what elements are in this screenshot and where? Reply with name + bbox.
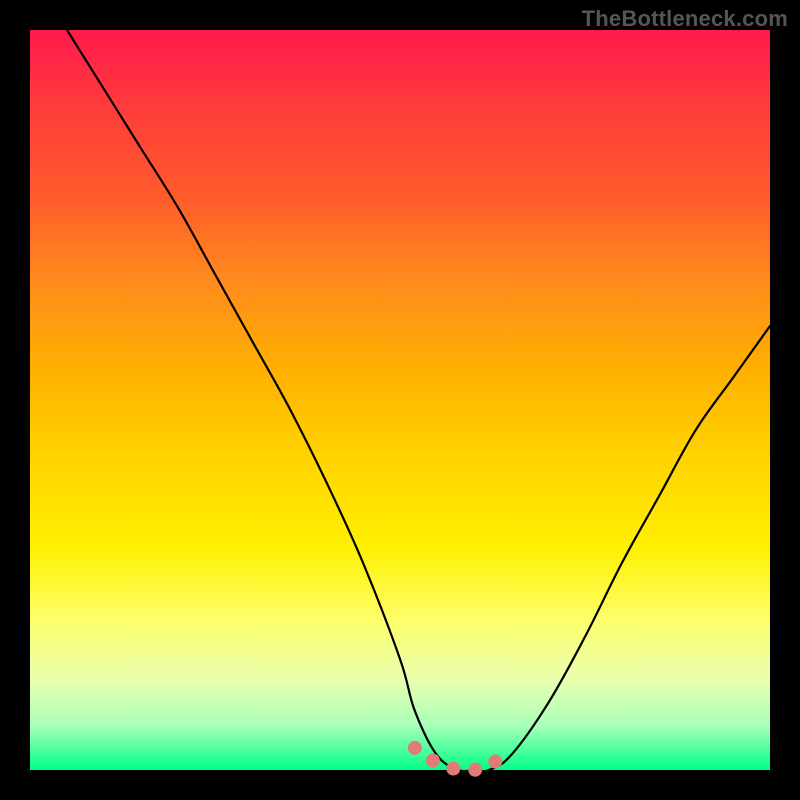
optimal-range-dots: [415, 748, 504, 770]
chart-svg: [30, 30, 770, 770]
chart-canvas: TheBottleneck.com: [0, 0, 800, 800]
bottleneck-curve: [67, 30, 770, 771]
watermark-text: TheBottleneck.com: [582, 6, 788, 32]
